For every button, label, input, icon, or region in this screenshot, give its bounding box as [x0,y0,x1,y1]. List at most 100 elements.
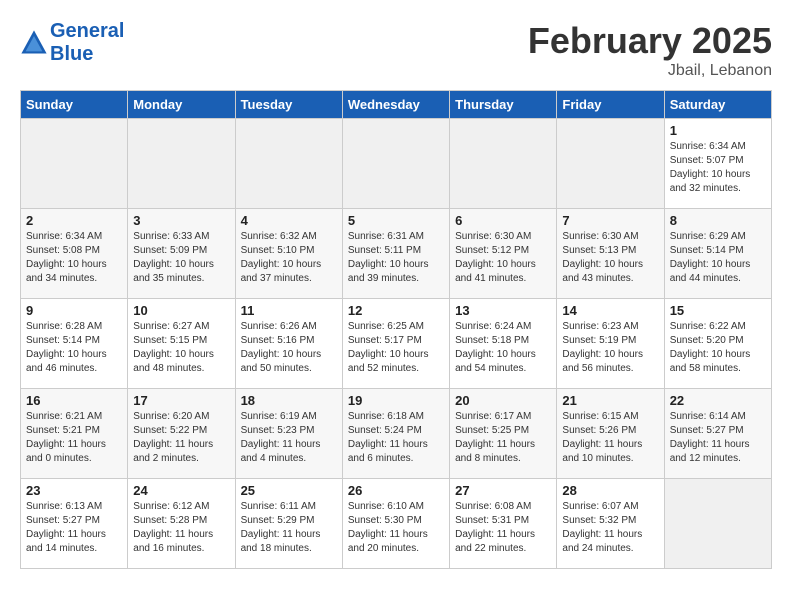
col-thursday: Thursday [450,91,557,119]
logo-text: General Blue [50,20,124,66]
location: Jbail, Lebanon [528,62,772,80]
calendar-cell: 18 Sunrise: 6:19 AM Sunset: 5:23 PM Dayli… [235,389,342,479]
calendar-cell: 19 Sunrise: 6:18 AM Sunset: 5:24 PM Dayli… [342,389,449,479]
day-info: Sunrise: 6:21 AM Sunset: 5:21 PM Dayligh… [26,410,122,466]
day-info: Sunrise: 6:28 AM Sunset: 5:14 PM Dayligh… [26,320,122,376]
day-number: 28 [562,483,658,498]
day-number: 3 [133,213,229,228]
col-tuesday: Tuesday [235,91,342,119]
day-info: Sunrise: 6:12 AM Sunset: 5:28 PM Dayligh… [133,500,229,556]
day-number: 9 [26,303,122,318]
calendar-cell: 7 Sunrise: 6:30 AM Sunset: 5:13 PM Daylig… [557,209,664,299]
day-info: Sunrise: 6:32 AM Sunset: 5:10 PM Dayligh… [241,230,337,286]
day-number: 1 [670,123,766,138]
day-number: 5 [348,213,444,228]
calendar-cell [21,119,128,209]
day-info: Sunrise: 6:30 AM Sunset: 5:12 PM Dayligh… [455,230,551,286]
calendar-cell: 14 Sunrise: 6:23 AM Sunset: 5:19 PM Dayli… [557,299,664,389]
day-number: 24 [133,483,229,498]
day-number: 6 [455,213,551,228]
day-info: Sunrise: 6:26 AM Sunset: 5:16 PM Dayligh… [241,320,337,376]
day-number: 22 [670,393,766,408]
calendar-cell [128,119,235,209]
header-row: Sunday Monday Tuesday Wednesday Thursday… [21,91,772,119]
calendar-cell: 5 Sunrise: 6:31 AM Sunset: 5:11 PM Daylig… [342,209,449,299]
calendar-cell: 11 Sunrise: 6:26 AM Sunset: 5:16 PM Dayli… [235,299,342,389]
day-info: Sunrise: 6:11 AM Sunset: 5:29 PM Dayligh… [241,500,337,556]
day-info: Sunrise: 6:13 AM Sunset: 5:27 PM Dayligh… [26,500,122,556]
calendar-cell: 20 Sunrise: 6:17 AM Sunset: 5:25 PM Dayli… [450,389,557,479]
day-number: 4 [241,213,337,228]
day-number: 7 [562,213,658,228]
day-info: Sunrise: 6:15 AM Sunset: 5:26 PM Dayligh… [562,410,658,466]
day-number: 8 [670,213,766,228]
calendar-cell: 27Sunrise: 6:08 AM Sunset: 5:31 PM Dayli… [450,479,557,569]
day-number: 23 [26,483,122,498]
day-number: 10 [133,303,229,318]
calendar-cell: 1 Sunrise: 6:34 AM Sunset: 5:07 PM Daylig… [664,119,771,209]
col-friday: Friday [557,91,664,119]
day-info: Sunrise: 6:34 AM Sunset: 5:07 PM Dayligh… [670,140,766,196]
day-number: 11 [241,303,337,318]
calendar-cell: 21 Sunrise: 6:15 AM Sunset: 5:26 PM Dayli… [557,389,664,479]
day-number: 19 [348,393,444,408]
day-number: 27 [455,483,551,498]
calendar-cell: 15 Sunrise: 6:22 AM Sunset: 5:20 PM Dayli… [664,299,771,389]
calendar-cell [664,479,771,569]
col-monday: Monday [128,91,235,119]
calendar-cell: 26Sunrise: 6:10 AM Sunset: 5:30 PM Dayli… [342,479,449,569]
calendar-cell: 25 Sunrise: 6:11 AM Sunset: 5:29 PM Dayli… [235,479,342,569]
calendar-week-4: 16Sunrise: 6:21 AM Sunset: 5:21 PM Dayli… [21,389,772,479]
day-info: Sunrise: 6:17 AM Sunset: 5:25 PM Dayligh… [455,410,551,466]
calendar-cell: 6 Sunrise: 6:30 AM Sunset: 5:12 PM Daylig… [450,209,557,299]
day-number: 18 [241,393,337,408]
calendar-cell: 16Sunrise: 6:21 AM Sunset: 5:21 PM Dayli… [21,389,128,479]
calendar-table: Sunday Monday Tuesday Wednesday Thursday… [20,90,772,569]
calendar-cell: 10Sunrise: 6:27 AM Sunset: 5:15 PM Dayli… [128,299,235,389]
calendar-cell: 13 Sunrise: 6:24 AM Sunset: 5:18 PM Dayli… [450,299,557,389]
day-info: Sunrise: 6:31 AM Sunset: 5:11 PM Dayligh… [348,230,444,286]
day-info: Sunrise: 6:22 AM Sunset: 5:20 PM Dayligh… [670,320,766,376]
day-info: Sunrise: 6:34 AM Sunset: 5:08 PM Dayligh… [26,230,122,286]
day-number: 17 [133,393,229,408]
day-info: Sunrise: 6:10 AM Sunset: 5:30 PM Dayligh… [348,500,444,556]
day-info: Sunrise: 6:24 AM Sunset: 5:18 PM Dayligh… [455,320,551,376]
title-block: February 2025 Jbail, Lebanon [528,20,772,80]
day-info: Sunrise: 6:33 AM Sunset: 5:09 PM Dayligh… [133,230,229,286]
calendar-week-3: 9 Sunrise: 6:28 AM Sunset: 5:14 PM Daylig… [21,299,772,389]
calendar-cell: 4 Sunrise: 6:32 AM Sunset: 5:10 PM Daylig… [235,209,342,299]
calendar-cell: 28Sunrise: 6:07 AM Sunset: 5:32 PM Dayli… [557,479,664,569]
day-number: 20 [455,393,551,408]
calendar-cell: 23 Sunrise: 6:13 AM Sunset: 5:27 PM Dayli… [21,479,128,569]
page-header: General Blue February 2025 Jbail, Lebano… [20,20,772,80]
calendar-cell [450,119,557,209]
day-info: Sunrise: 6:19 AM Sunset: 5:23 PM Dayligh… [241,410,337,466]
col-wednesday: Wednesday [342,91,449,119]
calendar-cell: 12 Sunrise: 6:25 AM Sunset: 5:17 PM Dayli… [342,299,449,389]
calendar-cell [342,119,449,209]
calendar-cell: 8 Sunrise: 6:29 AM Sunset: 5:14 PM Daylig… [664,209,771,299]
day-info: Sunrise: 6:30 AM Sunset: 5:13 PM Dayligh… [562,230,658,286]
calendar-cell: 2 Sunrise: 6:34 AM Sunset: 5:08 PM Daylig… [21,209,128,299]
calendar-week-5: 23 Sunrise: 6:13 AM Sunset: 5:27 PM Dayli… [21,479,772,569]
day-number: 25 [241,483,337,498]
col-saturday: Saturday [664,91,771,119]
day-info: Sunrise: 6:20 AM Sunset: 5:22 PM Dayligh… [133,410,229,466]
day-info: Sunrise: 6:25 AM Sunset: 5:17 PM Dayligh… [348,320,444,376]
logo: General Blue [20,20,124,66]
day-number: 13 [455,303,551,318]
day-info: Sunrise: 6:18 AM Sunset: 5:24 PM Dayligh… [348,410,444,466]
day-info: Sunrise: 6:29 AM Sunset: 5:14 PM Dayligh… [670,230,766,286]
day-info: Sunrise: 6:23 AM Sunset: 5:19 PM Dayligh… [562,320,658,376]
day-number: 12 [348,303,444,318]
calendar-cell: 17 Sunrise: 6:20 AM Sunset: 5:22 PM Dayli… [128,389,235,479]
calendar-cell: 9 Sunrise: 6:28 AM Sunset: 5:14 PM Daylig… [21,299,128,389]
calendar-week-1: 1 Sunrise: 6:34 AM Sunset: 5:07 PM Daylig… [21,119,772,209]
day-number: 21 [562,393,658,408]
calendar-week-2: 2 Sunrise: 6:34 AM Sunset: 5:08 PM Daylig… [21,209,772,299]
day-number: 2 [26,213,122,228]
day-number: 14 [562,303,658,318]
day-number: 15 [670,303,766,318]
calendar-cell: 24 Sunrise: 6:12 AM Sunset: 5:28 PM Dayli… [128,479,235,569]
calendar-cell: 22Sunrise: 6:14 AM Sunset: 5:27 PM Dayli… [664,389,771,479]
